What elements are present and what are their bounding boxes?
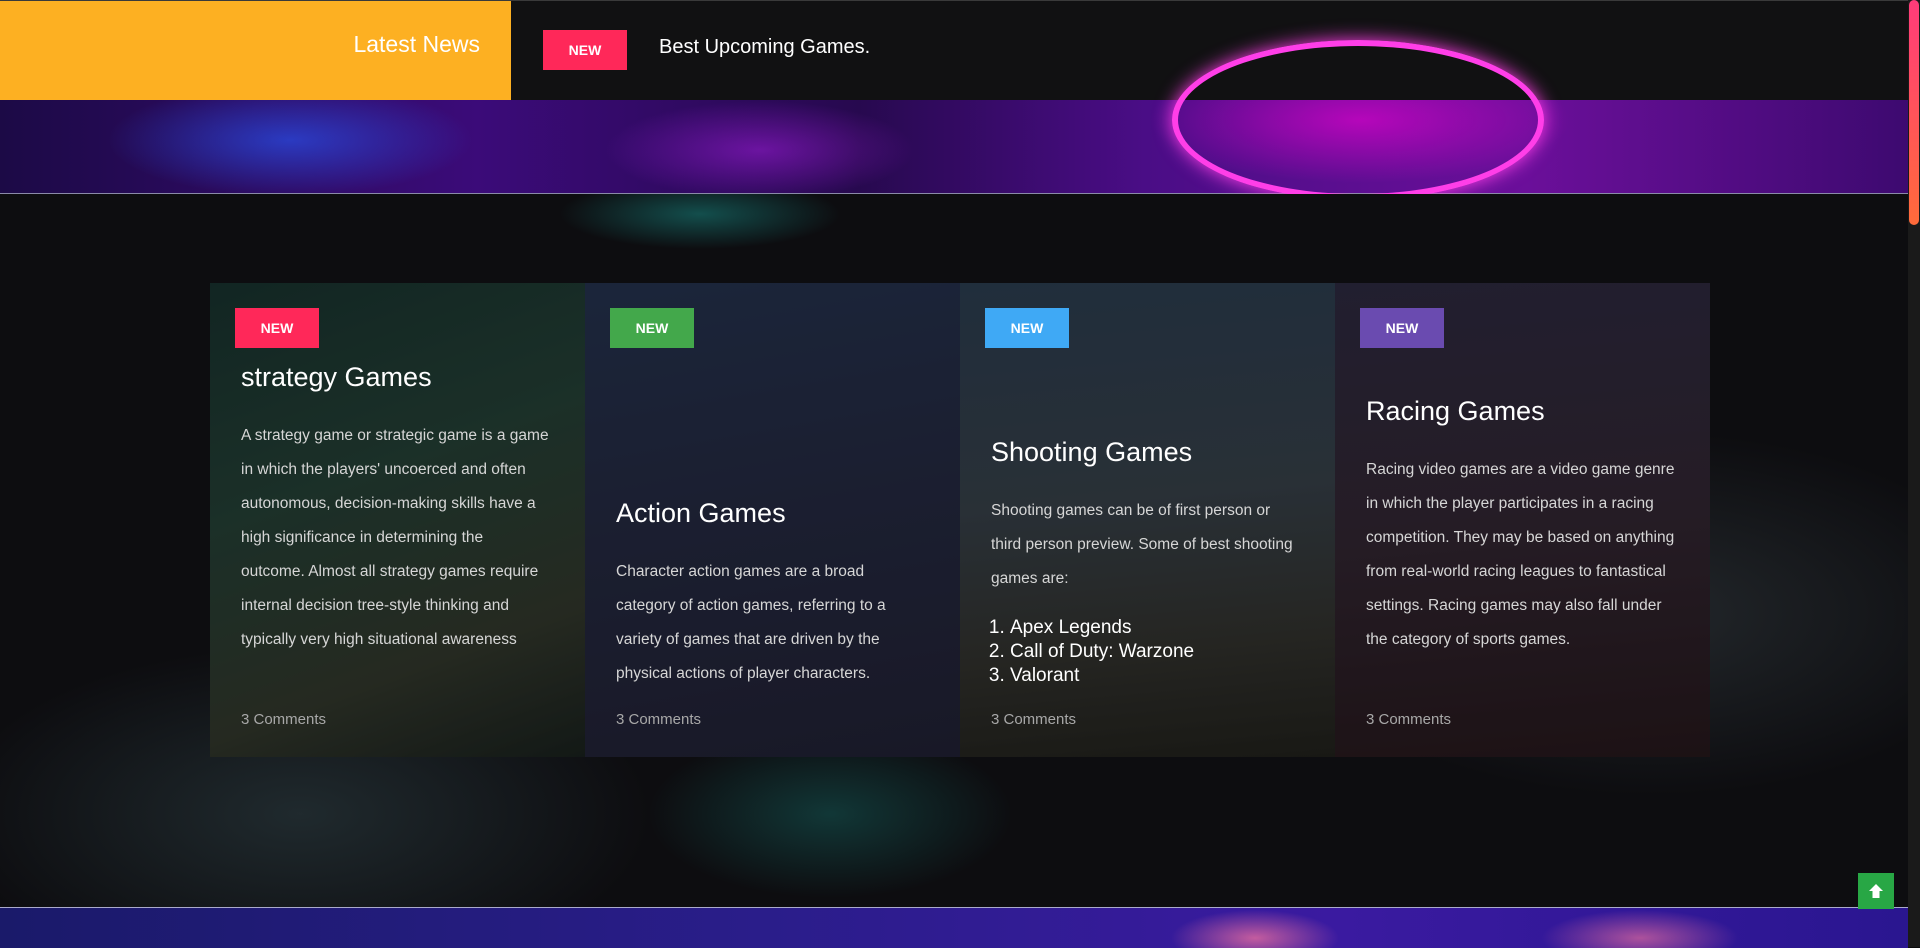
card-action-games[interactable]: NEW Action Games Character action games … (585, 283, 960, 757)
arrow-up-icon (1869, 884, 1883, 898)
card-new-badge: NEW (610, 308, 694, 348)
back-to-top-button[interactable] (1858, 873, 1894, 909)
game-cards-row: NEW strategy Games A strategy game or st… (210, 283, 1710, 757)
hero-banner-image (0, 40, 1908, 200)
ticker-label-panel: Latest News (0, 1, 511, 101)
scrollbar-thumb[interactable] (1909, 0, 1919, 225)
news-ticker: Latest News NEW Best Upcoming Games. (0, 0, 1908, 101)
page-scrollbar[interactable] (1908, 0, 1920, 947)
ticker-label: Latest News (353, 31, 480, 57)
shooting-games-list: Apex Legends Call of Duty: Warzone Valor… (985, 616, 1194, 688)
card-title[interactable]: strategy Games (241, 362, 432, 393)
card-title[interactable]: Action Games (616, 498, 786, 529)
card-title[interactable]: Racing Games (1366, 396, 1545, 427)
card-comments-link[interactable]: 3 Comments (616, 711, 701, 728)
card-new-badge: NEW (985, 308, 1069, 348)
card-strategy-games[interactable]: NEW strategy Games A strategy game or st… (210, 283, 585, 757)
card-description: Character action games are a broad categ… (616, 563, 886, 682)
card-new-badge: NEW (1360, 308, 1444, 348)
ticker-new-badge: NEW (543, 30, 627, 70)
list-item: Valorant (1010, 664, 1194, 688)
card-description: A strategy game or strategic game is a g… (241, 427, 549, 648)
card-description: Racing video games are a video game genr… (1366, 461, 1675, 648)
card-new-badge: NEW (235, 308, 319, 348)
card-comments-link[interactable]: 3 Comments (991, 711, 1076, 728)
list-item: Apex Legends (1010, 616, 1194, 640)
card-shooting-games[interactable]: NEW Shooting Games Shooting games can be… (960, 283, 1335, 757)
card-description: Shooting games can be of first person or… (991, 502, 1293, 587)
card-comments-link[interactable]: 3 Comments (241, 711, 326, 728)
card-comments-link[interactable]: 3 Comments (1366, 711, 1451, 728)
card-racing-games[interactable]: NEW Racing Games Racing video games are … (1335, 283, 1710, 757)
footer-banner-image (0, 907, 1908, 948)
card-title[interactable]: Shooting Games (991, 437, 1192, 468)
banner-decoration (1172, 40, 1544, 200)
list-item: Call of Duty: Warzone (1010, 640, 1194, 664)
ticker-headline-link[interactable]: Best Upcoming Games. (659, 36, 870, 59)
